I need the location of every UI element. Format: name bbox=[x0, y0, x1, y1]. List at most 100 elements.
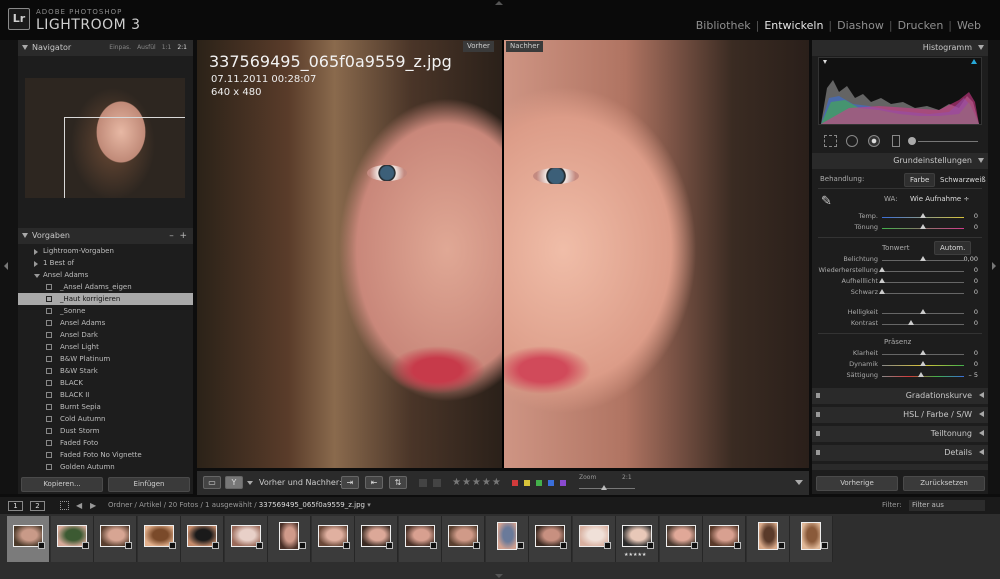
slider-knob[interactable] bbox=[920, 256, 926, 261]
expand-triangle-icon[interactable] bbox=[979, 392, 984, 398]
filmstrip-thumbnail[interactable] bbox=[268, 516, 311, 562]
preset-item[interactable]: _Sonne bbox=[18, 305, 193, 317]
preset-item[interactable]: _Ansel Adams_eigen bbox=[18, 281, 193, 293]
copy-button[interactable]: Kopieren... bbox=[21, 477, 103, 492]
brush-size-slider[interactable] bbox=[918, 141, 978, 142]
preset-item[interactable]: B&W Platinum bbox=[18, 353, 193, 365]
color-label-swatch[interactable] bbox=[512, 480, 518, 486]
slider-value[interactable]: 0 bbox=[974, 277, 978, 285]
preset-item[interactable]: _Haut korrigieren bbox=[18, 293, 193, 305]
slider-knob[interactable] bbox=[920, 224, 926, 229]
wb-select[interactable]: Wie Aufnahme ÷ bbox=[910, 195, 969, 203]
slider-knob[interactable] bbox=[920, 350, 926, 355]
preset-item[interactable]: Cold Autumn bbox=[18, 413, 193, 425]
reset-button[interactable]: Zurücksetzen bbox=[903, 476, 985, 491]
filmstrip-thumbnail[interactable] bbox=[659, 516, 703, 562]
preset-item[interactable]: BLACK II bbox=[18, 389, 193, 401]
slider-knob[interactable] bbox=[920, 309, 926, 314]
preset-folder[interactable]: Ansel Adams bbox=[18, 269, 193, 281]
expand-triangle-icon[interactable] bbox=[979, 449, 984, 455]
preset-item[interactable]: Faded Foto No Vignette bbox=[18, 449, 193, 461]
slider-value[interactable]: 0 bbox=[974, 212, 978, 220]
slider-value[interactable]: 0 bbox=[974, 360, 978, 368]
module-entwickeln[interactable]: Entwickeln bbox=[759, 19, 828, 32]
module-bibliothek[interactable]: Bibliothek bbox=[691, 19, 756, 32]
navigator-view-rectangle[interactable] bbox=[64, 117, 185, 198]
filmstrip-thumbnail[interactable] bbox=[7, 516, 50, 562]
navigator-zoom-option[interactable]: 1:1 bbox=[162, 40, 172, 56]
top-panel-toggle-icon[interactable] bbox=[495, 1, 503, 5]
eyedropper-icon[interactable]: ✎ bbox=[821, 195, 835, 209]
adjustment-brush-icon[interactable] bbox=[908, 137, 916, 145]
contrast-slider[interactable]: Kontrast 0 bbox=[812, 319, 988, 330]
reject-flag-icon[interactable] bbox=[433, 479, 441, 487]
copy-before-to-after-button[interactable]: ⇥ bbox=[341, 476, 359, 489]
preset-item[interactable]: Golden Autumn bbox=[18, 461, 193, 473]
slider-knob[interactable] bbox=[879, 267, 885, 272]
grid-view-icon[interactable] bbox=[60, 501, 69, 510]
navigator-zoom-option[interactable]: 2:1 bbox=[177, 40, 187, 56]
forward-arrow-icon[interactable]: ▶ bbox=[90, 501, 96, 510]
previous-button[interactable]: Vorherige bbox=[816, 476, 898, 491]
filmstrip-thumbnail[interactable] bbox=[485, 516, 529, 562]
filmstrip-thumbnail[interactable]: ★★★★★ bbox=[616, 516, 659, 562]
panel-switch-icon[interactable] bbox=[816, 450, 820, 455]
photo-view[interactable]: 337569495_065f0a9559_z.jpg 07.11.2011 00… bbox=[197, 40, 809, 468]
slider-value[interactable]: – 5 bbox=[969, 371, 978, 379]
spot-removal-tool-icon[interactable] bbox=[846, 135, 858, 147]
slider-track[interactable] bbox=[882, 293, 964, 294]
collapse-triangle-icon[interactable] bbox=[22, 45, 28, 50]
preset-item[interactable]: B&W Stark bbox=[18, 365, 193, 377]
histogram-header[interactable]: Histogramm bbox=[812, 40, 988, 56]
slider-value[interactable]: 0 bbox=[974, 288, 978, 296]
clarity-slider[interactable]: Klarheit 0 bbox=[812, 349, 988, 360]
rating-stars[interactable]: ★★★★★ bbox=[452, 477, 502, 488]
color-label-swatch[interactable] bbox=[524, 480, 530, 486]
filmstrip-thumbnail[interactable] bbox=[703, 516, 746, 562]
breadcrumb[interactable]: Ordner / Artikel / 20 Fotos / 1 ausgewäh… bbox=[108, 501, 371, 509]
filmstrip-thumbnail[interactable] bbox=[94, 516, 137, 562]
hsl-header[interactable]: HSL / Farbe / S/W bbox=[812, 407, 988, 423]
main-window-button[interactable]: 1 bbox=[8, 501, 23, 511]
module-diashow[interactable]: Diashow bbox=[832, 19, 889, 32]
filmstrip-thumbnail[interactable] bbox=[790, 516, 833, 562]
detail-header[interactable]: Details bbox=[812, 445, 988, 461]
panel-switch-icon[interactable] bbox=[816, 393, 820, 398]
auto-tone-button[interactable]: Autom. bbox=[934, 241, 972, 255]
preset-item[interactable]: Faded Foto bbox=[18, 437, 193, 449]
swap-before-after-button[interactable]: ⇅ bbox=[389, 476, 407, 489]
preset-item[interactable]: Burnt Sepia bbox=[18, 401, 193, 413]
slider-value[interactable]: 0 bbox=[974, 266, 978, 274]
filmstrip-thumbnail[interactable] bbox=[137, 516, 181, 562]
color-label-swatch[interactable] bbox=[548, 480, 554, 486]
filmstrip-thumbnail[interactable] bbox=[398, 516, 442, 562]
left-panel-toggle-icon[interactable] bbox=[4, 262, 8, 270]
temp-slider[interactable]: Temp. 0 bbox=[812, 212, 988, 223]
tone-curve-header[interactable]: Gradationskurve bbox=[812, 388, 988, 404]
graduated-filter-icon[interactable] bbox=[892, 135, 900, 147]
treatment-color-button[interactable]: Farbe bbox=[904, 173, 936, 187]
copy-after-to-before-button[interactable]: ⇤ bbox=[365, 476, 383, 489]
filmstrip-thumbnail[interactable] bbox=[442, 516, 485, 562]
preset-item[interactable]: Ansel Light bbox=[18, 341, 193, 353]
flag-icon[interactable] bbox=[419, 479, 427, 487]
slider-value[interactable]: 0,00 bbox=[964, 255, 978, 263]
saturation-slider[interactable]: Sättigung – 5 bbox=[812, 371, 988, 382]
fill-light-slider[interactable]: Aufhelllicht 0 bbox=[812, 277, 988, 288]
left-panel-edge[interactable] bbox=[0, 40, 18, 494]
basic-header[interactable]: Grundeinstellungen bbox=[812, 153, 988, 169]
red-eye-tool-icon[interactable] bbox=[868, 135, 880, 147]
recovery-slider[interactable]: Wiederherstellung 0 bbox=[812, 266, 988, 277]
slider-knob[interactable] bbox=[920, 213, 926, 218]
slider-track[interactable] bbox=[882, 324, 964, 325]
slider-track[interactable] bbox=[882, 271, 964, 272]
right-panel-toggle-icon[interactable] bbox=[992, 262, 996, 270]
expand-triangle-icon[interactable] bbox=[979, 411, 984, 417]
slider-value[interactable]: 0 bbox=[974, 223, 978, 231]
slider-knob[interactable] bbox=[879, 278, 885, 283]
exposure-slider[interactable]: Belichtung 0,00 bbox=[812, 255, 988, 266]
treatment-bw-button[interactable]: Schwarzweiß bbox=[934, 173, 992, 187]
preset-item[interactable]: Ansel Adams bbox=[18, 317, 193, 329]
view-mode-dropdown-icon[interactable] bbox=[247, 481, 253, 485]
navigator-zoom-option[interactable]: Einpas. bbox=[109, 40, 131, 56]
